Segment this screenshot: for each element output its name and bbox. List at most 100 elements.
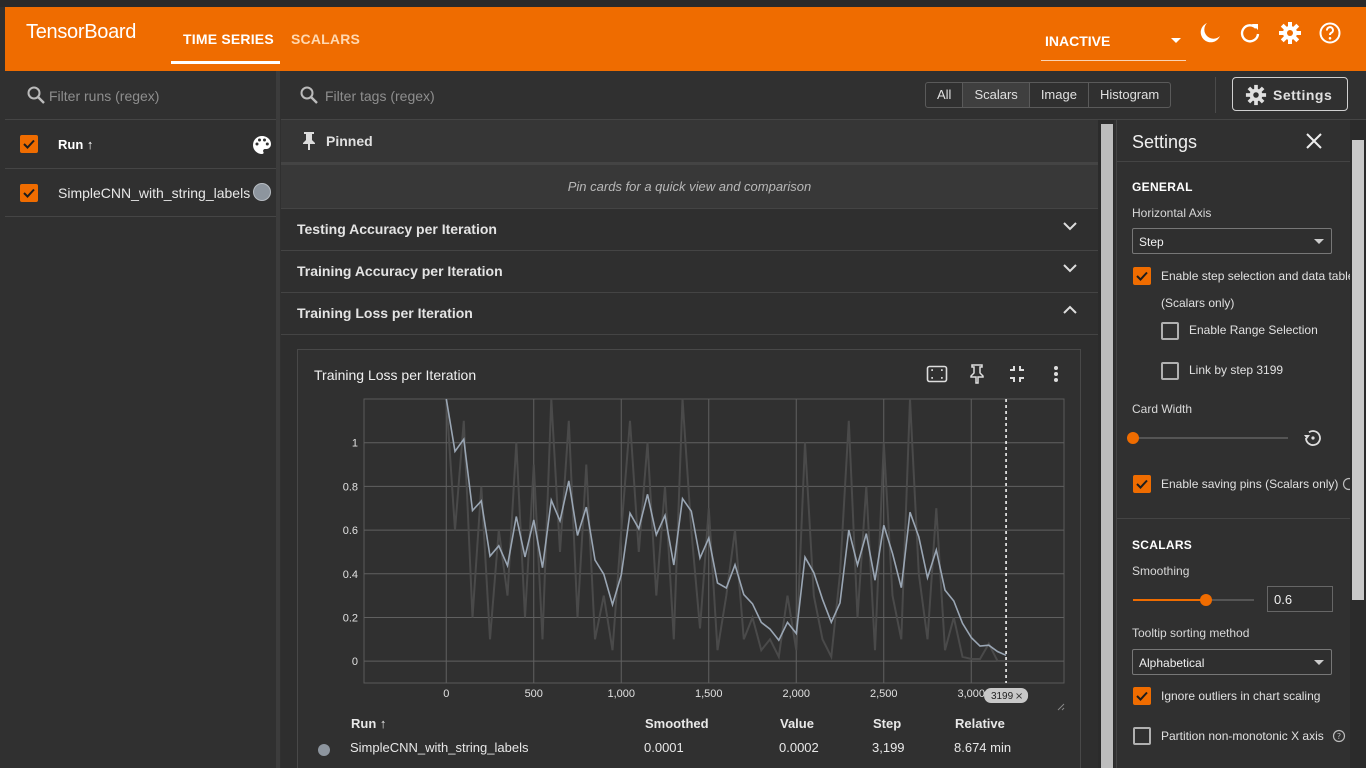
group-header-testing-accuracy[interactable]: Testing Accuracy per Iteration bbox=[281, 209, 1098, 251]
link-by-step-checkbox[interactable] bbox=[1161, 362, 1179, 380]
type-filter-group: All Scalars Image Histogram bbox=[925, 82, 1172, 108]
smoothing-slider-thumb[interactable] bbox=[1199, 594, 1212, 606]
card-width-slider-thumb[interactable] bbox=[1127, 432, 1139, 444]
scalar-card: Training Loss per Iteration 0 0.2 0.4 0.6 0.… bbox=[297, 349, 1081, 768]
more-vert-icon[interactable] bbox=[1053, 364, 1059, 384]
group-title: Testing Accuracy per Iteration bbox=[297, 221, 497, 237]
plugin-select[interactable]: INACTIVE bbox=[1045, 33, 1110, 49]
resize-handle-icon bbox=[1057, 703, 1065, 711]
data-table-header: Run ↑ Smoothed Value Step Relative bbox=[298, 716, 1078, 734]
filter-histogram-button[interactable]: Histogram bbox=[1089, 83, 1170, 107]
horizontal-axis-select[interactable]: Step bbox=[1132, 228, 1332, 254]
ignore-outliers-label: Ignore outliers in chart scaling bbox=[1161, 689, 1321, 703]
run-checkbox[interactable] bbox=[20, 184, 38, 202]
ignore-outliers-checkbox[interactable] bbox=[1133, 687, 1151, 705]
x-tick-label: 0 bbox=[443, 688, 449, 700]
search-icon bbox=[26, 85, 46, 105]
settings-panel: Settings GENERAL Horizontal Axis Step En… bbox=[1116, 120, 1355, 768]
divider bbox=[1117, 161, 1351, 162]
reset-icon[interactable] bbox=[1302, 427, 1324, 449]
x-tick-label: 500 bbox=[525, 688, 543, 700]
active-tab-indicator bbox=[171, 61, 280, 64]
smoothed-column-header[interactable]: Smoothed bbox=[645, 716, 709, 731]
step-selection-label: Enable step selection and data table bbox=[1161, 269, 1355, 283]
palette-icon[interactable] bbox=[251, 134, 273, 156]
filter-all-button[interactable]: All bbox=[926, 83, 964, 107]
step-selection-note: (Scalars only) bbox=[1161, 296, 1235, 310]
step-column-header[interactable]: Step bbox=[873, 716, 901, 731]
card-title: Training Loss per Iteration bbox=[314, 367, 477, 383]
run-column-header[interactable]: Run ↑ bbox=[351, 716, 386, 731]
search-icon bbox=[299, 85, 319, 105]
gear-icon bbox=[1245, 84, 1267, 106]
chevron-down-icon[interactable] bbox=[1063, 221, 1077, 231]
scalars-heading: SCALARS bbox=[1132, 538, 1193, 552]
pinned-empty-text: Pin cards for a quick view and compariso… bbox=[567, 179, 812, 194]
run-row[interactable]: SimpleCNN_with_string_labels bbox=[5, 169, 276, 217]
collapse-card-icon[interactable] bbox=[1008, 364, 1026, 384]
close-icon[interactable]: × bbox=[1015, 691, 1023, 702]
x-tick-label: 3,000 bbox=[957, 688, 985, 700]
svg-text:?: ? bbox=[1337, 732, 1341, 741]
tooltip-sort-label: Tooltip sorting method bbox=[1132, 626, 1250, 640]
x-tick-label: 1,000 bbox=[607, 688, 635, 700]
general-heading: GENERAL bbox=[1132, 180, 1193, 194]
pinned-label: Pinned bbox=[326, 133, 373, 149]
chevron-down-icon[interactable] bbox=[1171, 30, 1181, 50]
reload-icon[interactable] bbox=[1238, 21, 1262, 45]
saving-pins-checkbox[interactable] bbox=[1133, 475, 1151, 493]
pin-icon[interactable] bbox=[969, 364, 985, 384]
pinned-section-header: Pinned bbox=[281, 120, 1098, 165]
help-icon[interactable]: ? bbox=[1332, 729, 1346, 743]
select-all-runs-checkbox[interactable] bbox=[20, 135, 38, 153]
chevron-down-icon[interactable] bbox=[1063, 263, 1077, 273]
chevron-up-icon[interactable] bbox=[1063, 305, 1077, 315]
settings-button[interactable]: Settings bbox=[1232, 77, 1348, 111]
x-tick-label: 1,500 bbox=[695, 688, 723, 700]
step-marker-label: 3199 bbox=[991, 691, 1014, 702]
y-tick-label: 0.2 bbox=[343, 612, 358, 624]
range-selection-checkbox[interactable] bbox=[1161, 322, 1179, 340]
legend-step: 3,199 bbox=[872, 740, 905, 755]
tab-time-series[interactable]: TIME SERIES bbox=[183, 31, 274, 47]
top-strip bbox=[0, 0, 1366, 7]
card-width-track[interactable] bbox=[1133, 437, 1288, 439]
tags-filter-input[interactable] bbox=[325, 87, 625, 105]
legend-value: 0.0002 bbox=[779, 740, 819, 755]
tooltip-sort-select[interactable]: Alphabetical bbox=[1132, 649, 1332, 675]
smoothing-input[interactable] bbox=[1267, 586, 1333, 612]
settings-icon[interactable] bbox=[1278, 21, 1302, 45]
settings-title: Settings bbox=[1132, 132, 1198, 152]
group-header-training-accuracy[interactable]: Training Accuracy per Iteration bbox=[281, 251, 1098, 293]
runs-filter-input[interactable] bbox=[49, 87, 269, 105]
help-icon[interactable] bbox=[1318, 21, 1342, 45]
link-by-step-label: Link by step 3199 bbox=[1189, 363, 1284, 377]
group-header-training-loss[interactable]: Training Loss per Iteration bbox=[281, 293, 1098, 335]
card-width-label: Card Width bbox=[1132, 402, 1193, 416]
relative-column-header[interactable]: Relative bbox=[955, 716, 1005, 731]
tab-scalars[interactable]: SCALARS bbox=[291, 31, 360, 47]
legend-relative: 8.674 min bbox=[954, 740, 1012, 755]
tags-filter-row: All Scalars Image Histogram Settings bbox=[281, 71, 1366, 120]
horizontal-axis-value: Step bbox=[1139, 235, 1164, 249]
y-tick-label: 0.6 bbox=[343, 525, 358, 537]
step-selection-checkbox[interactable] bbox=[1133, 267, 1151, 285]
partition-x-axis-label: Partition non-monotonic X axis bbox=[1161, 729, 1324, 743]
x-tick-label: 2,000 bbox=[782, 688, 810, 700]
filter-scalars-button[interactable]: Scalars bbox=[963, 83, 1030, 107]
settings-button-label: Settings bbox=[1273, 87, 1333, 103]
settings-scrollbar-thumb[interactable] bbox=[1352, 140, 1364, 600]
main-scrollbar-thumb[interactable] bbox=[1101, 124, 1113, 768]
smoothing-fill bbox=[1133, 599, 1206, 601]
panel-resizer[interactable] bbox=[276, 71, 280, 768]
run-color-swatch[interactable] bbox=[253, 183, 271, 201]
partition-x-axis-checkbox[interactable] bbox=[1133, 727, 1151, 745]
value-column-header[interactable]: Value bbox=[780, 716, 814, 731]
dark-mode-icon[interactable] bbox=[1198, 21, 1222, 45]
app-title: TensorBoard bbox=[26, 21, 137, 43]
run-column-header[interactable]: Run ↑ bbox=[58, 137, 93, 152]
fit-domain-icon[interactable] bbox=[926, 364, 948, 384]
filter-image-button[interactable]: Image bbox=[1030, 83, 1089, 107]
line-chart[interactable]: 0 0.2 0.4 0.6 0.8 1 0 500 1,000 1,500 2,000 2,500 3… bbox=[298, 390, 1080, 712]
close-icon[interactable] bbox=[1305, 132, 1323, 150]
